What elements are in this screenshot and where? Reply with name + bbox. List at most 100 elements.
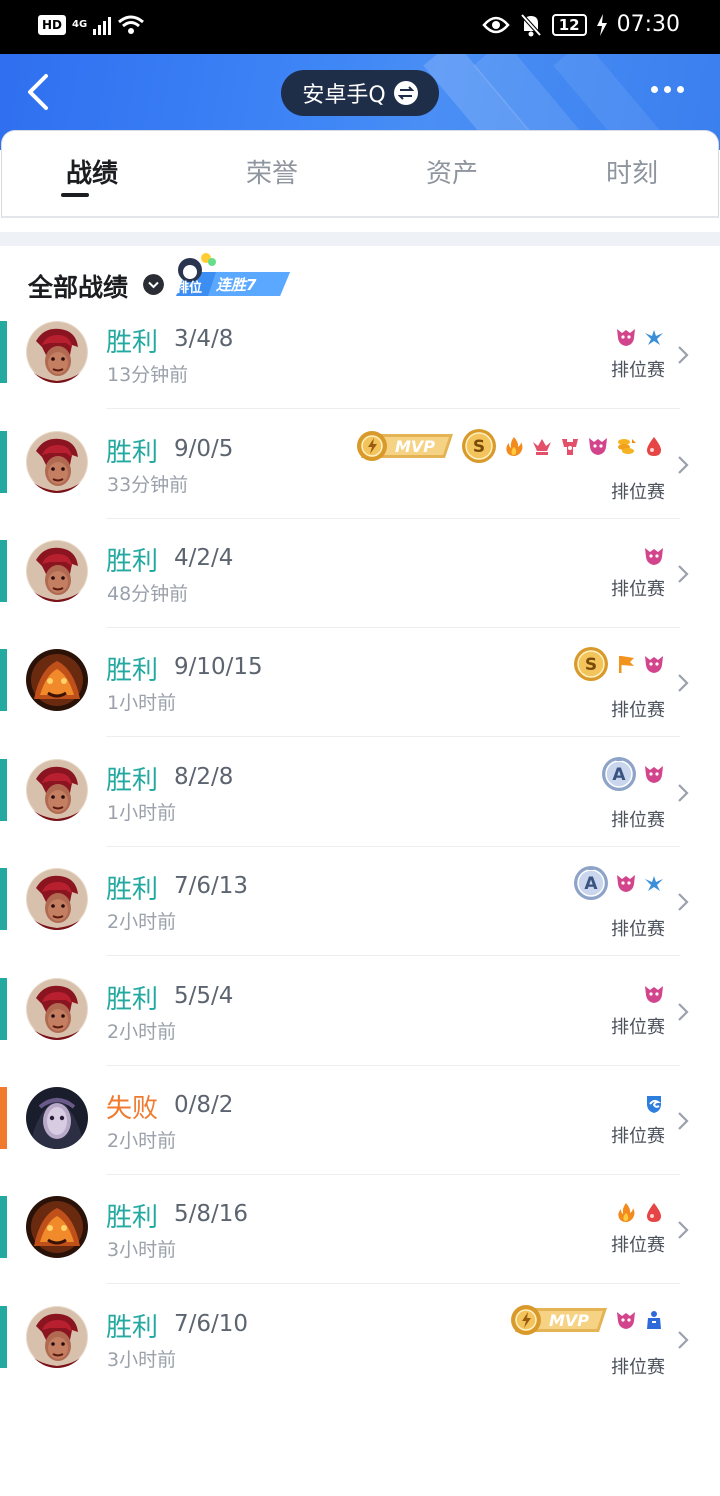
gold-stack-icon	[615, 435, 637, 457]
achievement-badges: A	[601, 756, 665, 792]
kda-score: 0/8/2	[174, 1092, 234, 1118]
battery-indicator: 12	[551, 13, 587, 36]
tab-moments[interactable]: 时刻	[572, 153, 692, 190]
tab-honor[interactable]: 荣誉	[212, 153, 332, 190]
charging-icon	[596, 13, 607, 36]
hero-avatar	[26, 649, 88, 711]
chevron-right-icon	[678, 1221, 689, 1239]
match-result: 胜利	[106, 438, 159, 468]
result-indicator-bar	[0, 1087, 7, 1149]
match-row[interactable]: 胜利 8/2/8 1小时前 A 排位赛	[0, 738, 720, 847]
hero-avatar	[26, 540, 88, 602]
match-row[interactable]: 胜利 7/6/13 2小时前 A 排位赛	[0, 847, 720, 956]
hd-badge: HD	[38, 15, 67, 35]
svg-text:S: S	[473, 437, 485, 457]
hero-avatar	[26, 978, 88, 1040]
demon-icon	[643, 545, 665, 567]
game-mode: 排位赛	[611, 579, 665, 600]
robe-icon	[643, 1309, 665, 1331]
swap-icon	[393, 81, 418, 105]
chevron-right-icon	[678, 1112, 689, 1130]
more-menu-button[interactable]	[651, 86, 684, 93]
win-streak-badge: 排位 连胜7	[176, 253, 290, 296]
account-switcher[interactable]: 安卓手Q	[281, 70, 439, 116]
hero-avatar	[26, 431, 88, 493]
chevron-down-icon[interactable]	[143, 274, 164, 295]
hero-avatar	[26, 759, 88, 821]
match-result: 胜利	[106, 328, 159, 358]
flag-icon	[615, 653, 637, 675]
svg-text:A: A	[612, 765, 626, 785]
svg-text:S: S	[585, 655, 597, 675]
demon-icon	[615, 1309, 637, 1331]
match-row[interactable]: 胜利 5/5/4 2小时前 排位赛	[0, 957, 720, 1066]
kda-score: 5/8/16	[174, 1201, 249, 1227]
streak-tag: 排位	[176, 280, 202, 296]
section-title[interactable]: 全部战绩	[28, 268, 128, 304]
status-bar: HD 4G 12 07:30	[0, 0, 720, 54]
match-time: 33分钟前	[107, 474, 189, 496]
demon-icon	[643, 983, 665, 1005]
match-result: 胜利	[106, 766, 159, 796]
match-row[interactable]: 胜利 9/0/5 33分钟前 MVP S 排位赛	[0, 410, 720, 519]
match-result: 胜利	[106, 1203, 159, 1233]
a-grade-coin: A	[601, 756, 637, 792]
hero-avatar	[26, 321, 88, 383]
result-indicator-bar	[0, 649, 7, 711]
account-name: 安卓手Q	[302, 83, 386, 108]
match-row[interactable]: 胜利 9/10/15 1小时前 S 排位赛	[0, 628, 720, 737]
match-row[interactable]: 失败 0/8/2 2小时前 排位赛	[0, 1066, 720, 1175]
match-time: 3小时前	[107, 1349, 177, 1371]
match-result: 胜利	[106, 985, 159, 1015]
chevron-right-icon	[678, 565, 689, 583]
result-indicator-bar	[0, 1306, 7, 1368]
achievement-badges	[643, 1092, 665, 1114]
tab-record[interactable]: 战绩	[32, 153, 152, 190]
kda-score: 9/0/5	[174, 436, 234, 462]
a-grade-coin: A	[573, 865, 609, 901]
tower-icon	[559, 435, 581, 457]
match-time: 48分钟前	[107, 583, 189, 605]
section-divider	[0, 232, 720, 246]
hero-avatar	[26, 1196, 88, 1258]
match-time: 1小时前	[107, 802, 177, 824]
wifi-icon	[118, 15, 145, 34]
result-indicator-bar	[0, 1196, 7, 1258]
hero-avatar	[26, 1087, 88, 1149]
match-row[interactable]: 胜利 3/4/8 13分钟前 排位赛	[0, 300, 720, 409]
kda-score: 7/6/10	[174, 1311, 249, 1337]
game-mode: 排位赛	[611, 700, 665, 721]
achievement-badges	[643, 983, 665, 1005]
network-type: 4G	[72, 19, 88, 30]
achievement-badges: MVP S	[355, 428, 665, 464]
result-indicator-bar	[0, 978, 7, 1040]
game-mode: 排位赛	[611, 482, 665, 503]
hero-avatar	[26, 868, 88, 930]
bird-icon	[643, 872, 665, 894]
achievement-badges: A	[573, 865, 665, 901]
mvp-badge: MVP	[509, 1303, 609, 1337]
s-grade-coin: S	[573, 646, 609, 682]
shield-swirl-icon	[643, 1092, 665, 1114]
match-row[interactable]: 胜利 4/2/4 48分钟前 排位赛	[0, 519, 720, 628]
match-result: 失败	[106, 1094, 159, 1124]
tab-assets[interactable]: 资产	[392, 153, 512, 190]
kda-score: 8/2/8	[174, 764, 234, 790]
row-divider	[106, 955, 680, 956]
match-row[interactable]: 胜利 7/6/10 3小时前 MVP 排位赛	[0, 1285, 720, 1394]
result-indicator-bar	[0, 431, 7, 493]
bird-icon	[643, 326, 665, 348]
achievement-badges: S	[573, 646, 665, 682]
crown-icon	[531, 435, 553, 457]
back-button[interactable]	[22, 72, 58, 112]
match-result: 胜利	[106, 547, 159, 577]
clock: 07:30	[616, 12, 680, 37]
result-indicator-bar	[0, 868, 7, 930]
svg-text:A: A	[584, 874, 598, 894]
match-result: 胜利	[106, 656, 159, 686]
kda-score: 5/5/4	[174, 983, 234, 1009]
demon-icon	[587, 435, 609, 457]
kda-score: 9/10/15	[174, 654, 263, 680]
signal-icon	[93, 15, 112, 35]
match-row[interactable]: 胜利 5/8/16 3小时前 排位赛	[0, 1175, 720, 1284]
